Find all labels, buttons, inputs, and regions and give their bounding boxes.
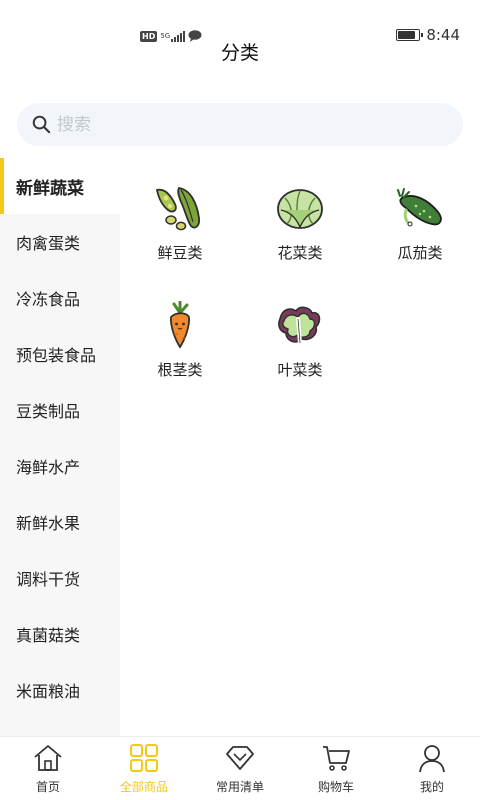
sidebar-item-seasonings[interactable]: 调料干货 <box>0 550 120 606</box>
sidebar-item-label: 新鲜蔬菜 <box>16 178 84 199</box>
sidebar-item-label: 新鲜水果 <box>16 514 81 533</box>
category-tile-roots[interactable]: 根茎类 <box>120 289 240 392</box>
nav-frequent-list[interactable]: 常用清单 <box>192 737 288 800</box>
sidebar-item-label: 预包装食品 <box>16 346 97 365</box>
sidebar-item-bean-products[interactable]: 豆类制品 <box>0 382 120 438</box>
category-tile-melons[interactable]: 瓜茄类 <box>360 172 480 275</box>
nav-cart[interactable]: 购物车 <box>288 737 384 800</box>
status-bar: HD 5G 8:44 <box>0 0 480 44</box>
home-icon <box>32 742 64 774</box>
diamond-icon <box>224 742 256 774</box>
sidebar-item-label: 冷冻食品 <box>16 290 81 309</box>
user-icon <box>416 742 448 774</box>
nav-label: 首页 <box>35 780 60 794</box>
sidebar-item-label: 肉禽蛋类 <box>16 234 81 253</box>
nav-home[interactable]: 首页 <box>0 737 96 800</box>
nav-label: 全部商品 <box>119 780 168 794</box>
sidebar-item-label: 海鲜水产 <box>16 458 81 477</box>
category-label: 叶菜类 <box>277 361 323 379</box>
search-bar[interactable] <box>17 103 463 146</box>
cabbage-icon <box>268 176 332 240</box>
grid-icon <box>128 742 160 774</box>
category-tile-leafy[interactable]: 叶菜类 <box>240 289 360 392</box>
sidebar-item-fresh-vegetables[interactable]: 新鲜蔬菜 <box>0 158 120 214</box>
nav-label: 购物车 <box>317 780 354 794</box>
category-sidebar: 新鲜蔬菜 肉禽蛋类 冷冻食品 预包装食品 豆类制品 海鲜水产 新鲜水果 调料干货… <box>0 158 120 736</box>
sidebar-item-frozen-food[interactable]: 冷冻食品 <box>0 270 120 326</box>
category-label: 鲜豆类 <box>157 244 203 262</box>
sidebar-item-meat-poultry-eggs[interactable]: 肉禽蛋类 <box>0 214 120 270</box>
sidebar-item-label: 调料干货 <box>16 570 81 589</box>
nav-label: 我的 <box>419 780 444 794</box>
edamame-icon <box>148 176 212 240</box>
carrot-icon <box>148 293 212 357</box>
nav-profile[interactable]: 我的 <box>384 737 480 800</box>
cucumber-icon <box>388 176 452 240</box>
search-icon <box>31 115 51 135</box>
category-tile-beans[interactable]: 鲜豆类 <box>120 172 240 275</box>
page-title: 分类 <box>220 42 259 64</box>
sidebar-item-grain-oil[interactable]: 米面粮油 <box>0 662 120 718</box>
sidebar-item-label: 米面粮油 <box>16 682 81 701</box>
cart-icon <box>320 742 352 774</box>
sidebar-item-packaged-food[interactable]: 预包装食品 <box>0 326 120 382</box>
sidebar-item-mushrooms[interactable]: 真菌菇类 <box>0 606 120 662</box>
category-label: 花菜类 <box>277 244 323 262</box>
lettuce-icon <box>268 293 332 357</box>
category-label: 瓜茄类 <box>397 244 443 262</box>
category-label: 根茎类 <box>157 361 203 379</box>
sidebar-item-label: 豆类制品 <box>16 402 81 421</box>
category-tile-cabbage[interactable]: 花菜类 <box>240 172 360 275</box>
sidebar-item-seafood[interactable]: 海鲜水产 <box>0 438 120 494</box>
nav-all-products[interactable]: 全部商品 <box>96 737 192 800</box>
search-input[interactable] <box>57 114 437 135</box>
bottom-navigation: 首页 全部商品 常用清单 购物车 我的 <box>0 736 480 800</box>
subcategory-grid: 鲜豆类 花菜类 瓜茄类 根茎类 叶菜类 <box>120 172 480 392</box>
sidebar-item-fresh-fruit[interactable]: 新鲜水果 <box>0 494 120 550</box>
nav-label: 常用清单 <box>215 780 264 794</box>
sidebar-item-label: 真菌菇类 <box>16 626 81 645</box>
